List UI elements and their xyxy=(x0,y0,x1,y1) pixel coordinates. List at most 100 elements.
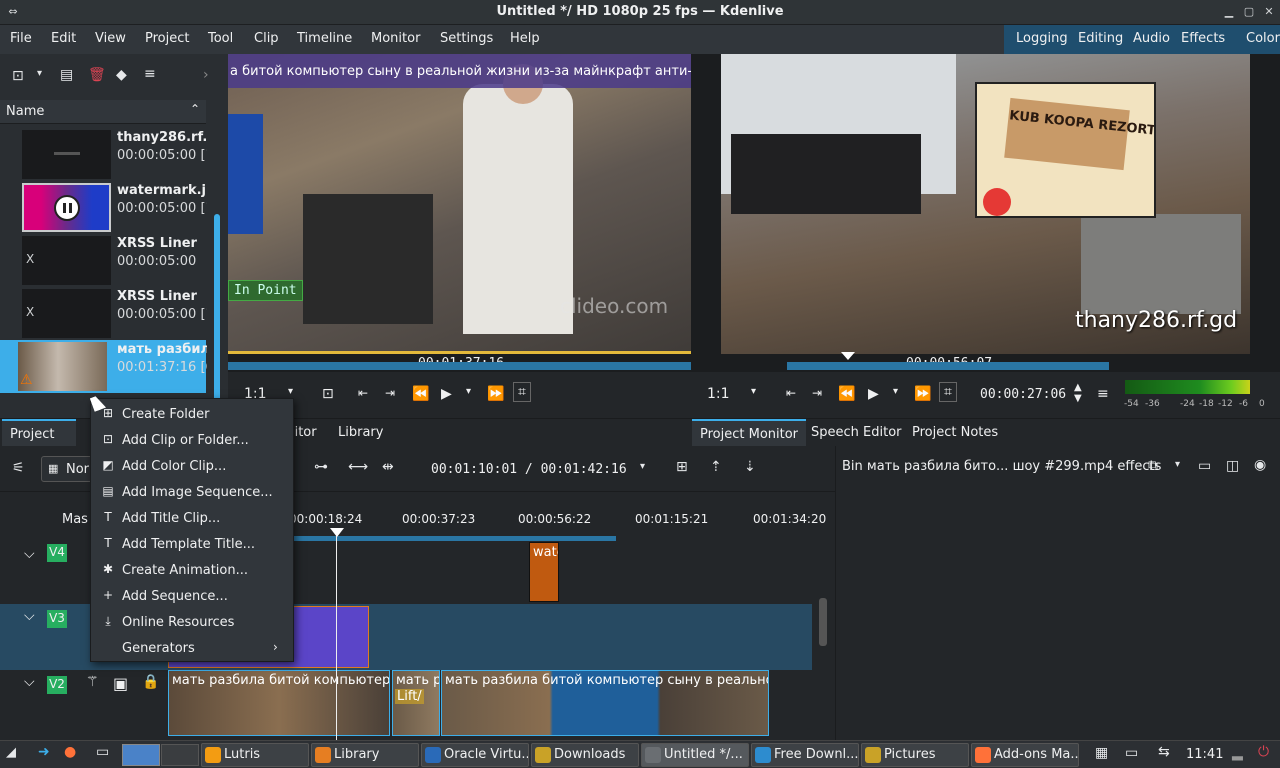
video-clip[interactable]: мать р Lift/ xyxy=(392,670,440,736)
workspace-audio[interactable]: Audio xyxy=(1133,31,1170,46)
insert-icon[interactable]: ⇹ xyxy=(382,459,394,475)
track-settings-icon[interactable]: ⚟ xyxy=(12,460,25,476)
tab-project-monitor[interactable]: Project Monitor xyxy=(692,419,807,447)
task-kdenlive[interactable]: Untitled */... xyxy=(641,743,749,767)
workspace-color[interactable]: Color xyxy=(1246,31,1280,46)
timecode-spin-icon[interactable]: ▲ ▼ xyxy=(1074,382,1082,404)
compare-icon[interactable]: ⧉ xyxy=(1148,458,1158,474)
collapse-icon[interactable]: ⌵ xyxy=(24,608,35,624)
clip-monitor-ruler[interactable] xyxy=(228,362,691,370)
rewind-icon[interactable]: ⏪ xyxy=(412,386,429,402)
menu-add-clip-or-folder[interactable]: ⊡ Add Clip or Folder... xyxy=(91,427,293,453)
set-in-icon[interactable]: ⇤ xyxy=(786,386,796,400)
chevron-down-icon[interactable]: ▾ xyxy=(288,386,293,397)
bin-view-icon[interactable]: ⊡ xyxy=(12,68,24,84)
extract-icon[interactable]: ⇡ xyxy=(710,459,722,475)
menu-add-template-title[interactable]: T Add Template Title... xyxy=(91,531,293,557)
video-clip[interactable]: мать разбила битой компьютер сыну в реал… xyxy=(441,670,769,736)
desktop-pager-1[interactable] xyxy=(122,744,160,766)
menu-monitor[interactable]: Monitor xyxy=(371,31,420,46)
start-menu-icon[interactable]: ◢ xyxy=(6,745,16,760)
clock[interactable]: 11:41 xyxy=(1186,747,1223,762)
menu-create-animation[interactable]: ✱ Create Animation... xyxy=(91,557,293,583)
bin-item[interactable]: X XRSS Liner 00:00:05:00 xyxy=(0,234,206,287)
zoom-select[interactable]: 1:1 xyxy=(707,386,730,402)
timeline-playhead[interactable] xyxy=(336,532,337,740)
set-out-icon[interactable]: ⇥ xyxy=(385,386,395,400)
close-icon[interactable]: ✕ xyxy=(1262,5,1276,19)
hamburger-menu-icon[interactable]: ≡ xyxy=(1097,386,1109,402)
edit-mode-select[interactable]: Nor ▦ xyxy=(41,456,93,482)
fast-forward-icon[interactable]: ⏩ xyxy=(487,386,504,402)
task-pictures[interactable]: Pictures xyxy=(861,743,969,767)
network-icon[interactable]: ▦ xyxy=(1095,745,1108,761)
lift-icon[interactable]: ⇣ xyxy=(744,459,756,475)
collapse-icon[interactable]: ⌵ xyxy=(24,546,35,562)
fast-forward-icon[interactable]: ⏩ xyxy=(914,386,931,402)
watermark-clip[interactable]: wate xyxy=(529,542,559,602)
play-icon[interactable]: ▶ xyxy=(868,386,879,402)
power-icon[interactable]: ⏻ xyxy=(1258,744,1269,760)
chevron-down-icon[interactable]: ▾ xyxy=(37,68,42,79)
menu-view[interactable]: View xyxy=(95,31,126,46)
save-icon[interactable]: ▭ xyxy=(1198,458,1211,474)
bin-item[interactable]: watermark.jp 00:00:05:00 [1] xyxy=(0,181,207,234)
tab-project-notes[interactable]: Project Notes xyxy=(904,419,1006,447)
switch-user-icon[interactable]: ⇆ xyxy=(1158,744,1170,760)
menu-online-resources[interactable]: ⤓ Online Resources xyxy=(91,609,293,635)
screen-icon[interactable]: ▭ xyxy=(1125,745,1138,761)
spacer-tool-icon[interactable]: ⊶ xyxy=(314,459,328,475)
files-icon[interactable]: ▭ xyxy=(96,744,109,760)
task-free-download[interactable]: Free Downl... xyxy=(751,743,859,767)
set-out-icon[interactable]: ⇥ xyxy=(812,386,822,400)
desktop-pager-2[interactable] xyxy=(161,744,199,766)
set-in-icon[interactable]: ⇤ xyxy=(358,386,368,400)
menu-settings[interactable]: Settings xyxy=(440,31,493,46)
workspace-editing[interactable]: Editing xyxy=(1078,31,1123,46)
folder-icon[interactable]: ▤ xyxy=(60,67,73,83)
firefox-icon[interactable]: ● xyxy=(64,744,76,760)
menu-add-sequence[interactable]: + Add Sequence... xyxy=(91,583,293,609)
fullscreen-icon[interactable]: ⊡ xyxy=(322,386,334,402)
film-icon[interactable]: ▣ xyxy=(113,674,128,693)
fit-zoom-icon[interactable]: ⟷ xyxy=(348,459,368,475)
chevron-down-icon[interactable]: ▾ xyxy=(893,386,898,397)
workspace-effects[interactable]: Effects xyxy=(1181,31,1225,46)
bin-item[interactable]: X XRSS Liner 00:00:05:00 [1] xyxy=(0,287,207,340)
task-oracle-virtualbox[interactable]: Oracle Virtu... xyxy=(421,743,529,767)
menu-clip[interactable]: Clip xyxy=(254,31,279,46)
menu-add-title-clip[interactable]: T Add Title Clip... xyxy=(91,505,293,531)
split-view-icon[interactable]: ◫ xyxy=(1226,458,1239,474)
timeline-scrollbar[interactable] xyxy=(819,598,827,646)
video-clip[interactable]: мать разбила битой компьютер сь xyxy=(168,670,390,736)
bin-column-header[interactable]: Name ⌃ xyxy=(0,100,206,124)
eye-icon[interactable]: ◉ xyxy=(1254,457,1266,473)
tab-speech-editor[interactable]: Speech Editor xyxy=(803,419,910,447)
arrow-icon[interactable]: ➜ xyxy=(38,744,50,760)
playhead-handle[interactable] xyxy=(330,528,344,537)
task-downloads[interactable]: Downloads xyxy=(531,743,639,767)
overwrite-icon[interactable]: ⊞ xyxy=(676,459,688,475)
task-lutris[interactable]: Lutris xyxy=(201,743,309,767)
maximize-icon[interactable]: ▢ xyxy=(1242,5,1256,19)
menu-add-image-sequence[interactable]: ▤ Add Image Sequence... xyxy=(91,479,293,505)
tag-icon[interactable]: ◆ xyxy=(116,67,127,83)
menu-generators[interactable]: Generators › xyxy=(91,635,293,661)
menu-tool[interactable]: Tool xyxy=(208,31,233,46)
project-monitor-ruler[interactable] xyxy=(787,362,1109,370)
workspace-logging[interactable]: Logging xyxy=(1016,31,1068,46)
playhead-marker[interactable] xyxy=(841,352,855,360)
menu-file[interactable]: File xyxy=(10,31,32,46)
crop-icon[interactable]: ⌗ xyxy=(939,382,957,402)
minimize-icon[interactable]: ▁ xyxy=(1222,5,1236,19)
bin-scrollbar[interactable] xyxy=(214,214,220,410)
effects-wand-icon[interactable]: ⚚ xyxy=(86,674,99,690)
menu-add-color-clip[interactable]: ◩ Add Color Clip... xyxy=(91,453,293,479)
bin-item-selected[interactable]: ⚠ мать разбила 00:01:37:16 [6] xyxy=(0,340,207,393)
menu-create-folder[interactable]: ⊞ Create Folder xyxy=(91,401,293,427)
chevron-down-icon[interactable]: ▾ xyxy=(466,386,471,397)
menu-project[interactable]: Project xyxy=(145,31,189,46)
chevron-down-icon[interactable]: ▾ xyxy=(1175,459,1180,470)
rewind-icon[interactable]: ⏪ xyxy=(838,386,855,402)
chevron-down-icon[interactable]: ▾ xyxy=(751,386,756,397)
